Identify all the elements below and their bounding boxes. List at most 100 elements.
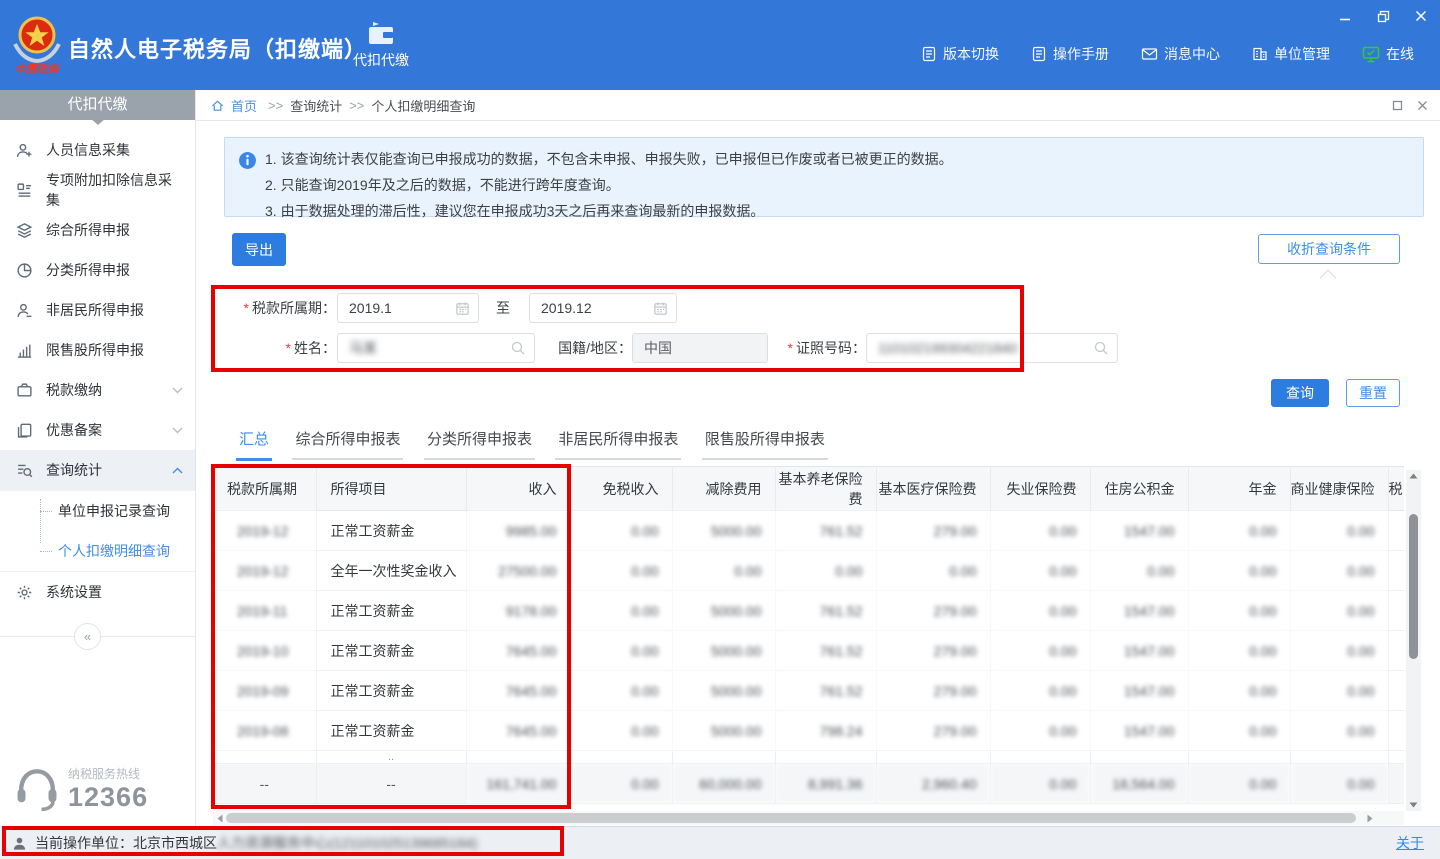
menu-label: 在线 [1386,44,1414,64]
result-tabs: 汇总 综合所得申报表 分类所得申报表 非居民所得申报表 限售股所得申报表 [236,423,844,461]
user-icon [12,836,27,851]
sidebar-subitem-unit-declaration-query[interactable]: 单位申报记录查询 [0,491,195,531]
tax-emblem-logo: 中国税务 [9,10,65,80]
menu-online-status[interactable]: 在线 [1362,44,1414,64]
sidebar-item-special-deduction[interactable]: 专项附加扣除信息采集 [0,170,195,210]
close-icon[interactable] [1410,6,1432,26]
period-end-value: 2019.12 [541,300,653,316]
notice-line: 1. 该查询统计表仅能查询已申报成功的数据，不包含未申报、申报失败，已申报但已作… [265,148,1411,170]
sidebar-item-label: 查询统计 [46,460,102,480]
required-asterisk: * [286,340,291,356]
name-input[interactable]: 马某 [337,333,535,363]
search-icon[interactable] [1093,340,1109,356]
sidebar-item-system-settings[interactable]: 系统设置 [0,572,195,612]
col-header: 基本医疗保险费 [876,467,990,511]
period-start-input[interactable]: 2019.1 [337,293,479,323]
main-content: 1. 该查询统计表仅能查询已申报成功的数据，不包含未申报、申报失败，已申报但已作… [196,121,1440,826]
horizontal-scrollbar[interactable] [213,811,1404,825]
menu-unit-management[interactable]: 单位管理 [1252,44,1330,64]
minimize-icon[interactable] [1334,6,1356,26]
scroll-down-arrow-icon[interactable] [1406,799,1421,811]
sidebar-item-classified-income[interactable]: 分类所得申报 [0,250,195,290]
sidebar-menu: 人员信息采集 专项附加扣除信息采集 综合所得申报 [0,120,195,652]
panel-controls [1392,90,1428,121]
menu-version-switch[interactable]: 版本切换 [921,44,999,64]
sidebar-item-label: 限售股所得申报 [46,340,144,360]
scroll-up-arrow-icon[interactable] [1406,470,1421,482]
scroll-right-arrow-icon[interactable] [1363,811,1376,825]
status-bar: 当前操作单位： 北京市西城区 人力资源服务中心(1211010251396851… [0,826,1440,859]
results-table-wrapper: 税款所属期 所得项目 收入 免税收入 减除费用 基本养老保险费 基本医疗保险费 … [213,466,1404,804]
wallet-icon [16,381,34,399]
fold-query-conditions-button[interactable]: 收折查询条件 [1258,234,1400,264]
top-nav-tab-label: 代扣代缴 [348,50,414,70]
period-to-label: 至 [493,293,513,323]
close-panel-icon[interactable] [1417,100,1428,111]
menu-label: 单位管理 [1274,44,1330,64]
sidebar-item-preferential-filing[interactable]: 优惠备案 [0,410,195,450]
sidebar-item-query-statistics[interactable]: 查询统计 [0,450,195,490]
table-row: 2019-09正常工资薪金7645.000.005000.00761.52279… [213,671,1404,711]
col-header: 收入 [466,467,570,511]
tab-nonresident-income[interactable]: 非居民所得申报表 [555,423,681,460]
sidebar-item-label: 系统设置 [46,582,102,602]
menu-message-center[interactable]: 消息中心 [1141,44,1220,64]
vertical-scrollbar-thumb[interactable] [1409,514,1418,659]
table-row: 2019-11正常工资薪金9178.000.005000.00761.52279… [213,591,1404,631]
restore-icon[interactable] [1372,6,1394,26]
current-unit-blurred: 人力资源服务中心(121101025139685184) [217,833,477,853]
app-title: 自然人电子税务局（扣缴端） [68,32,367,64]
calendar-icon[interactable] [653,301,668,316]
sidebar-item-personnel-info[interactable]: 人员信息采集 [0,130,195,170]
pie-chart-icon [16,261,34,279]
vertical-scrollbar[interactable] [1406,470,1421,811]
period-end-input[interactable]: 2019.12 [529,293,677,323]
top-nav-tab-daikoudaijiao[interactable]: 代扣代缴 [348,20,414,70]
results-table: 税款所属期 所得项目 收入 免税收入 减除费用 基本养老保险费 基本医疗保险费 … [213,466,1404,804]
table-totals-row: ----161,741.000.0060,000.008,991.362,960… [213,764,1404,804]
search-button[interactable]: 查询 [1271,379,1329,407]
export-button[interactable]: 导出 [232,233,286,266]
sidebar-collapse-button[interactable]: « [74,623,101,650]
sidebar-collapse-row: « [0,622,195,652]
sidebar-panel-title: 代扣代缴 [0,90,195,120]
sidebar-item-restricted-shares[interactable]: 限售股所得申报 [0,330,195,370]
menu-label: 操作手册 [1053,44,1109,64]
hotline-block: 纳税服务热线 12366 [14,764,148,814]
home-icon[interactable] [210,98,225,113]
about-link[interactable]: 关于 [1396,833,1424,853]
id-number-value: 110102199304221840 [878,340,1093,356]
menu-manual[interactable]: 操作手册 [1031,44,1109,64]
notice-line: 2. 只能查询2019年及之后的数据，不能进行跨年度查询。 [265,174,1411,196]
doc-icon [1031,46,1047,62]
sidebar-item-nonresident-income[interactable]: 非居民所得申报 [0,290,195,330]
calendar-icon[interactable] [455,301,470,316]
breadcrumb-home[interactable]: 首页 [231,96,257,115]
scroll-left-arrow-icon[interactable] [213,811,226,825]
breadcrumb-separator: >> [268,98,283,113]
reset-button[interactable]: 重置 [1346,379,1400,407]
sidebar-item-tax-payment[interactable]: 税款缴纳 [0,370,195,410]
sidebar-item-comprehensive-income[interactable]: 综合所得申报 [0,210,195,250]
header-menu: 版本切换 操作手册 消息中心 [921,44,1414,64]
person-icon [16,301,34,319]
col-header: 税款所属期 [213,467,316,511]
sidebar: 代扣代缴 人员信息采集 专项附加扣除信息采集 [0,90,196,826]
breadcrumb-level2: 个人扣缴明细查询 [371,96,475,115]
documents-icon [16,421,34,439]
tab-restricted-shares[interactable]: 限售股所得申报表 [702,423,828,460]
notice-box: 1. 该查询统计表仅能查询已申报成功的数据，不包含未申报、申报失败，已申报但已作… [224,137,1424,217]
sidebar-item-label: 非居民所得申报 [46,300,144,320]
building-icon [1252,46,1268,62]
search-icon[interactable] [510,340,526,356]
sidebar-subitem-personal-withholding-query[interactable]: 个人扣缴明细查询 [0,531,195,571]
sidebar-item-label: 税款缴纳 [46,380,102,400]
tab-summary[interactable]: 汇总 [236,423,272,461]
id-number-input[interactable]: 110102199304221840 [866,333,1118,363]
tab-comprehensive-income[interactable]: 综合所得申报表 [292,423,403,460]
tab-classified-income[interactable]: 分类所得申报表 [424,423,535,460]
col-header: 住房公积金 [1090,467,1188,511]
breadcrumb-level1: 查询统计 [290,96,342,115]
maximize-panel-icon[interactable] [1392,100,1403,111]
horizontal-scrollbar-thumb[interactable] [226,813,1356,823]
